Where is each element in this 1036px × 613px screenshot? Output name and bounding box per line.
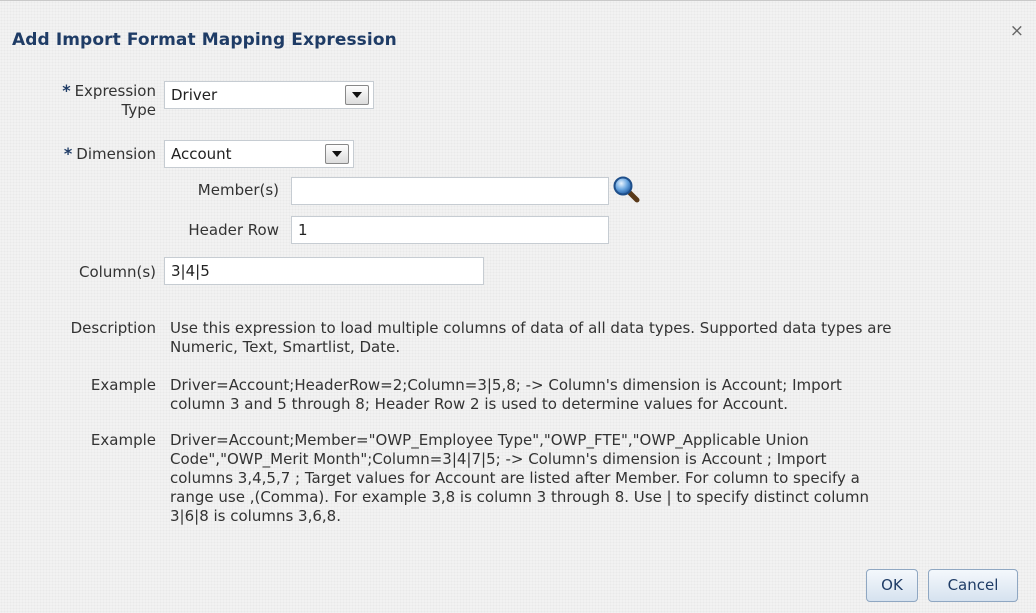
example1-line: Driver=Account;HeaderRow=2;Column=3|5,8;… (170, 376, 842, 394)
chevron-down-icon[interactable] (325, 144, 349, 164)
expression-type-select[interactable]: Driver (164, 81, 374, 109)
description-label: Description (70, 319, 156, 337)
dimension-select[interactable]: Account (164, 140, 354, 168)
expression-type-label-line1: Expression (74, 82, 156, 100)
dimension-value: Account (171, 145, 232, 163)
description-line: Numeric, Text, Smartlist, Date. (170, 338, 401, 356)
example1-label: Example (90, 376, 156, 394)
required-marker: * (62, 81, 71, 100)
cancel-button[interactable]: Cancel (928, 569, 1018, 602)
example2-line: Code","OWP_Merit Month";Column=3|4|7|5; … (170, 450, 827, 468)
example1-text: Driver=Account;HeaderRow=2;Column=3|5,8;… (170, 376, 1030, 414)
expression-type-value: Driver (171, 86, 218, 104)
add-import-format-mapping-expression-dialog: Add Import Format Mapping Expression × *… (0, 0, 1036, 613)
members-label: Member(s) (197, 181, 279, 199)
example2-label: Example (90, 431, 156, 449)
search-icon[interactable] (612, 175, 642, 205)
dimension-label: * Dimension (64, 144, 156, 164)
description-text: Use this expression to load multiple col… (170, 319, 1030, 357)
example1-line: column 3 and 5 through 8; Header Row 2 i… (170, 395, 789, 413)
chevron-down-icon[interactable] (345, 85, 369, 105)
required-marker: * (63, 144, 73, 163)
close-icon[interactable]: × (1010, 21, 1024, 41)
ok-button[interactable]: OK (866, 569, 918, 602)
header-row-input[interactable]: 1 (291, 216, 609, 244)
members-input[interactable] (291, 177, 609, 205)
example2-line: Driver=Account;Member="OWP_Employee Type… (170, 431, 809, 449)
expression-type-label-line2: Type (121, 101, 156, 119)
example2-line: range use ,(Comma). For example 3,8 is c… (170, 488, 870, 506)
example2-text: Driver=Account;Member="OWP_Employee Type… (170, 431, 1030, 526)
description-line: Use this expression to load multiple col… (170, 319, 892, 337)
example2-line: columns 3,4,5,7 ; Target values for Acco… (170, 469, 860, 487)
dialog-title: Add Import Format Mapping Expression (12, 30, 397, 50)
example2-line: 3|6|8 is columns 3,6,8. (170, 507, 341, 525)
columns-label: Column(s) (79, 263, 156, 281)
expression-type-label: * Expression Type (62, 81, 156, 120)
columns-input[interactable]: 3|4|5 (164, 257, 484, 285)
header-row-label: Header Row (188, 221, 279, 239)
dimension-label-text: Dimension (76, 145, 156, 163)
